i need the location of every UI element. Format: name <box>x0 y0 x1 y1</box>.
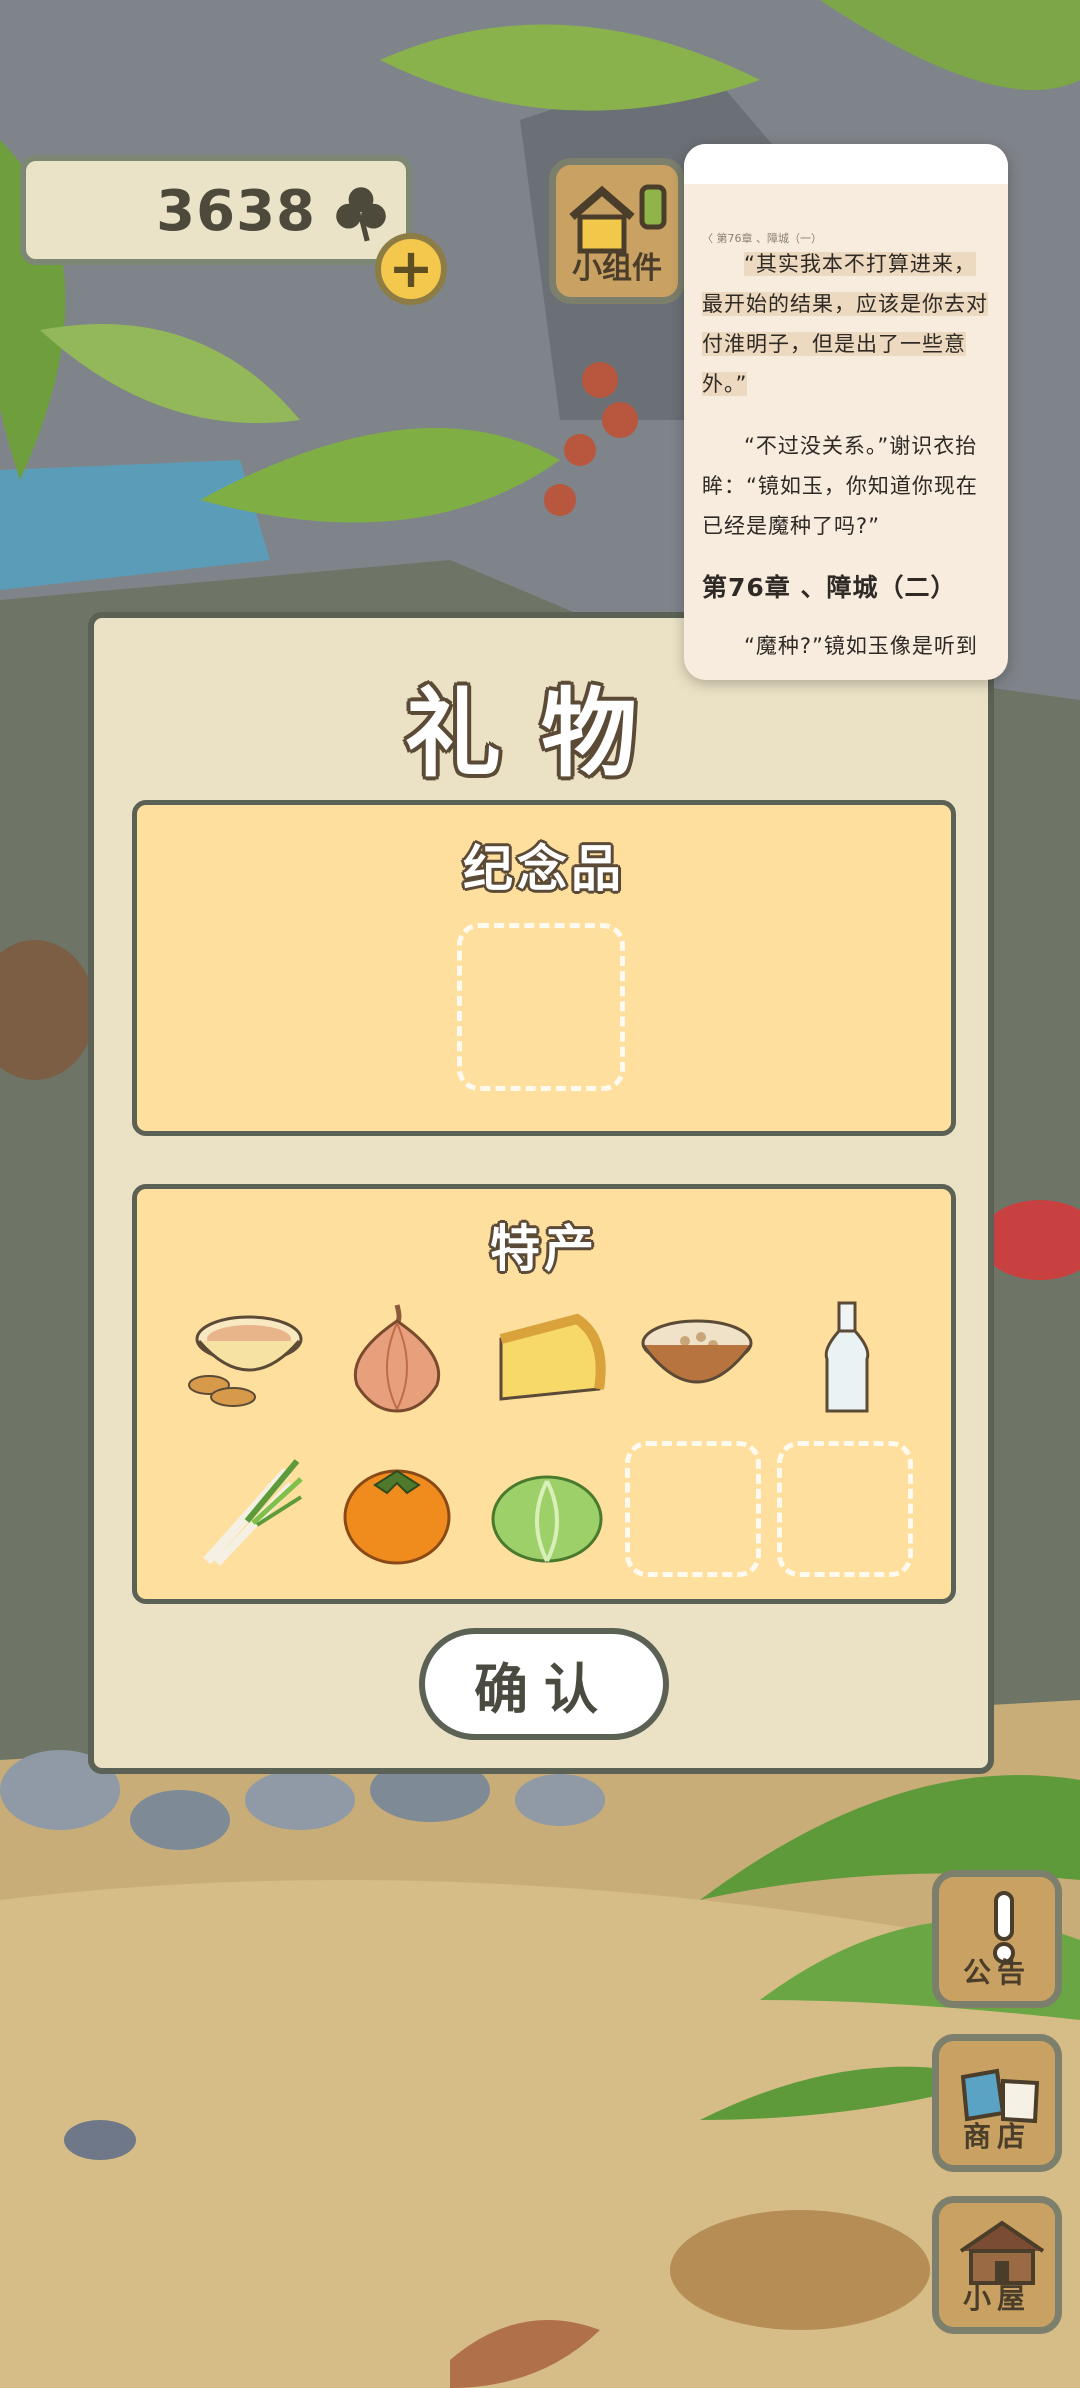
specialty-title: 特产 <box>490 1220 598 1278</box>
specialty-slot-empty[interactable] <box>625 1441 761 1577</box>
announcement-label: 公告 <box>962 1956 1031 1989</box>
house-label: 小屋 <box>962 2282 1031 2315</box>
tea-and-sweets-icon[interactable] <box>187 1299 307 1419</box>
gift-dialog: 礼物 纪念品 特产 确认 <box>88 612 994 1774</box>
specialty-section: 特产 <box>132 1184 956 1604</box>
clover-counter: 3638 <box>20 155 412 265</box>
reader-paragraph: “不过没关系。”谢识衣抬眸：“镜如玉，你知道你现在已经是魔种了吗?” <box>702 434 978 538</box>
house-button[interactable]: 小屋 <box>932 2196 1062 2334</box>
cheese-icon[interactable] <box>487 1299 607 1419</box>
floating-reader-window[interactable]: 〈 第76章 、障城（一） “其实我本不打算进来，最开始的结果，应该是你去对付淮… <box>684 144 1008 680</box>
confirm-button[interactable]: 确认 <box>419 1628 669 1740</box>
shop-label: 商店 <box>962 2120 1031 2153</box>
widget-label: 小组件 <box>572 251 662 286</box>
add-clover-button[interactable]: + <box>375 233 447 305</box>
souvenir-section: 纪念品 <box>132 800 956 1136</box>
reader-content: “其实我本不打算进来，最开始的结果，应该是你去对付淮明子，但是出了一些意外。” … <box>702 244 994 680</box>
bottle-icon[interactable] <box>787 1299 907 1419</box>
specialty-slot-empty[interactable] <box>777 1441 913 1577</box>
plus-icon: + <box>388 237 434 300</box>
souvenir-title: 纪念品 <box>463 840 625 898</box>
persimmon-icon[interactable] <box>337 1451 457 1571</box>
onion-icon[interactable] <box>337 1299 457 1419</box>
reader-chapter-heading: 第76章 、障城（二） <box>702 573 957 602</box>
clover-count: 3638 <box>156 179 316 244</box>
widget-button[interactable]: 小组件 <box>549 158 685 304</box>
reader-paragraph: “其实我本不打算进来，最开始的结果，应该是你去对付淮明子，但是出了一些意外。” <box>702 252 988 396</box>
clover-icon <box>336 187 386 242</box>
cabbage-icon[interactable] <box>487 1451 607 1571</box>
announcement-button[interactable]: 公告 <box>932 1870 1062 2008</box>
shop-button[interactable]: 商店 <box>932 2034 1062 2172</box>
porridge-bowl-icon[interactable] <box>637 1299 757 1419</box>
green-onion-icon[interactable] <box>187 1451 307 1571</box>
souvenir-slot-empty[interactable] <box>457 923 625 1091</box>
reader-top-bar[interactable] <box>684 144 1008 184</box>
reader-paragraph: “魔种?”镜如玉像是听到 <box>744 634 978 658</box>
